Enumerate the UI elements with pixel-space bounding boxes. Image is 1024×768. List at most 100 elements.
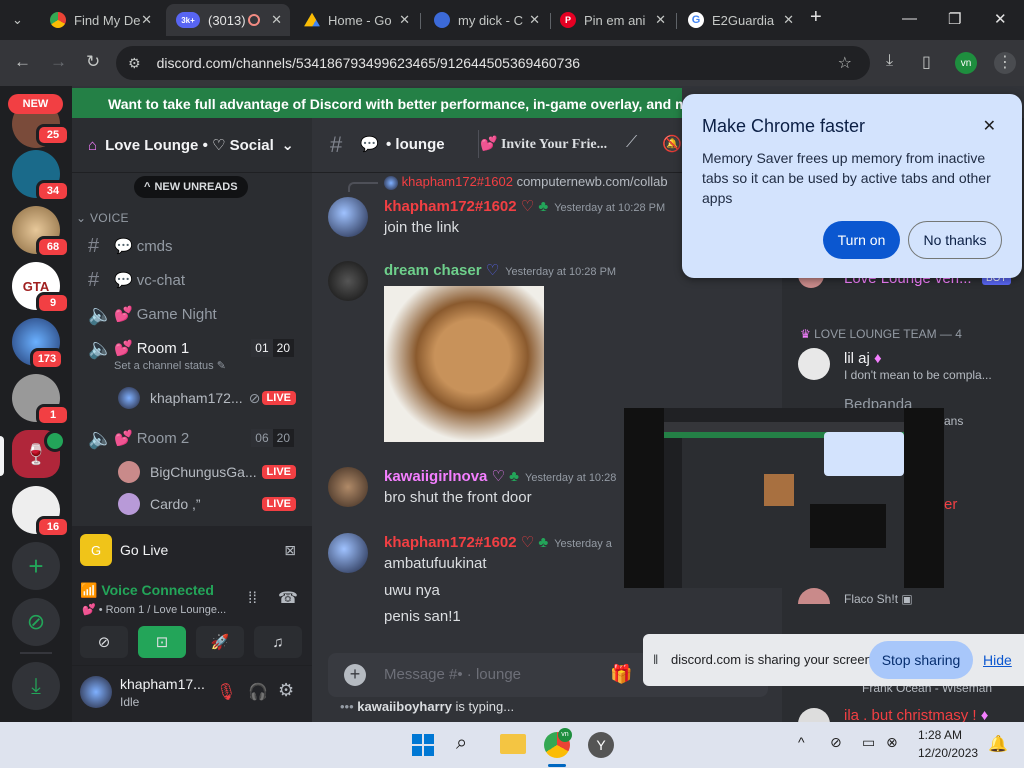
- close-tab-icon[interactable]: ✕: [783, 12, 794, 28]
- site-info-icon[interactable]: ⚙: [128, 55, 141, 72]
- windows-start-icon[interactable]: [412, 734, 434, 756]
- tab-pinterest[interactable]: P Pin em ani ✕: [550, 4, 674, 36]
- voice-user[interactable]: BigChungusGa... LIVE: [118, 458, 304, 486]
- close-icon[interactable]: ✕: [983, 116, 996, 136]
- avatar[interactable]: [798, 588, 830, 604]
- clock-date[interactable]: 12/20/2023: [918, 746, 978, 760]
- headphones-icon[interactable]: 🎧: [248, 682, 268, 702]
- notification-bell-icon[interactable]: 🔕: [662, 134, 682, 154]
- new-pill[interactable]: NEW: [8, 94, 63, 114]
- download-icon[interactable]: ⤓: [886, 52, 893, 70]
- yandex-icon[interactable]: Y: [588, 732, 614, 758]
- voice-location[interactable]: 💕 • Room 1 / Love Lounge...: [82, 603, 226, 616]
- screen-share-preview[interactable]: [624, 408, 944, 588]
- typing-indicator: ••• kawaiiboyharry is typing...: [340, 699, 515, 714]
- avatar[interactable]: [328, 197, 368, 237]
- close-tab-icon[interactable]: ✕: [141, 12, 152, 28]
- close-tab-icon[interactable]: ✕: [655, 12, 666, 28]
- chevron-up-icon[interactable]: ^: [798, 734, 805, 750]
- avatar[interactable]: [798, 348, 830, 380]
- channel-cmds[interactable]: # 💬 cmds: [88, 230, 304, 262]
- channel-status[interactable]: Set a channel status ✎: [114, 359, 226, 372]
- restore-button[interactable]: ❐: [948, 10, 961, 28]
- mute-icon[interactable]: ⊗: [886, 734, 898, 751]
- no-thanks-button[interactable]: No thanks: [908, 221, 1002, 259]
- side-panel-icon[interactable]: ▯: [922, 52, 931, 72]
- camera-off-button[interactable]: ⊘: [80, 626, 128, 658]
- tab-find-my-device[interactable]: Find My De ✕: [40, 4, 160, 36]
- screen-share-button[interactable]: ⊡: [138, 626, 186, 658]
- threads-icon[interactable]: ⟋: [626, 134, 637, 152]
- avatar[interactable]: [328, 261, 368, 301]
- author-name[interactable]: khapham172#1602: [384, 198, 517, 215]
- author-name[interactable]: kawaiigirlnova: [384, 468, 487, 485]
- channel-topic[interactable]: 💕 Invite Your Frie...: [480, 136, 607, 153]
- server-name: Love Lounge • ♡ Social: [105, 137, 274, 154]
- close-screen-icon[interactable]: ⊠: [284, 542, 296, 559]
- attach-plus-icon[interactable]: +: [344, 664, 366, 686]
- close-tab-icon[interactable]: ✕: [529, 12, 540, 28]
- image-attachment[interactable]: [384, 286, 544, 442]
- server-header[interactable]: ⌂ Love Lounge • ♡ Social ⌄: [72, 118, 312, 173]
- turn-on-button[interactable]: Turn on: [823, 221, 900, 259]
- display-icon[interactable]: ▭: [862, 734, 875, 751]
- activities-button[interactable]: 🚀: [196, 626, 244, 658]
- tab-google-drive[interactable]: Home - Go ✕: [294, 4, 418, 36]
- profile-avatar[interactable]: vn: [955, 52, 977, 74]
- new-unreads-pill[interactable]: ^ NEW UNREADS: [134, 176, 248, 198]
- avatar[interactable]: [328, 467, 368, 507]
- voice-user[interactable]: khapham172... ⊘ LIVE: [118, 384, 304, 412]
- network-icon[interactable]: ⊘: [830, 734, 842, 751]
- hide-link[interactable]: Hide: [983, 652, 1012, 668]
- reply-reference[interactable]: khapham172#1602 computernewb.com/collab: [348, 174, 668, 192]
- channel-vc-chat[interactable]: # 💬 vc-chat: [88, 264, 304, 296]
- member-name[interactable]: lil aj ♦: [844, 350, 882, 367]
- channel-game-night[interactable]: 🔈 💕 Game Night: [88, 298, 304, 330]
- author-name[interactable]: dream chaser: [384, 262, 482, 279]
- close-tab-icon[interactable]: ✕: [271, 12, 282, 28]
- minimize-button[interactable]: —: [902, 10, 917, 27]
- promo-banner: Want to take full advantage of Discord w…: [72, 88, 682, 120]
- add-server-button[interactable]: +: [12, 542, 60, 590]
- kebab-menu-icon[interactable]: ⋮: [994, 52, 1016, 74]
- heart-icon: ♡: [491, 468, 505, 485]
- file-explorer-icon[interactable]: [500, 734, 526, 754]
- explore-servers-button[interactable]: ⊘: [12, 598, 60, 646]
- voice-user[interactable]: Cardo ,” LIVE: [118, 490, 304, 518]
- tab-person[interactable]: my dick - C ✕: [424, 4, 548, 36]
- forward-icon[interactable]: →: [50, 52, 67, 72]
- reload-icon[interactable]: ↻: [86, 52, 100, 72]
- home-heart-icon: ⌂: [88, 136, 98, 154]
- close-tab-icon[interactable]: ✕: [399, 12, 410, 28]
- voice-status[interactable]: 📶 Voice Connected: [80, 582, 214, 599]
- channel-room-2[interactable]: 🔈 💕 Room 2 06 20: [88, 422, 304, 454]
- tab-discord[interactable]: 3k+ (3013) ✕: [166, 4, 290, 36]
- settings-gear-icon[interactable]: ⚙: [278, 680, 294, 701]
- mic-muted-icon[interactable]: 🎙: [216, 682, 236, 702]
- disconnect-icon[interactable]: ☎: [278, 588, 298, 608]
- stop-sharing-button[interactable]: Stop sharing: [869, 641, 973, 679]
- tab-search-button[interactable]: ⌄: [6, 4, 32, 36]
- go-live-panel[interactable]: G Go Live ⊠: [72, 526, 312, 574]
- soundboard-button[interactable]: ♫: [254, 626, 302, 658]
- bookmark-star-icon[interactable]: ☆: [838, 53, 852, 73]
- avatar[interactable]: [328, 533, 368, 573]
- close-window-button[interactable]: ✕: [994, 10, 1007, 28]
- clock-time[interactable]: 1:28 AM: [918, 728, 962, 742]
- category-voice[interactable]: ⌄ VOICE: [76, 211, 129, 225]
- soundboard-icon[interactable]: ⁞⁞: [248, 590, 257, 608]
- gift-icon[interactable]: 🎁: [610, 664, 632, 685]
- download-apps-button[interactable]: ⤓: [12, 662, 60, 710]
- avatar[interactable]: [80, 676, 112, 708]
- back-icon[interactable]: ←: [14, 52, 31, 72]
- message-input[interactable]: Message #• · lounge: [384, 666, 521, 683]
- search-icon[interactable]: ⌕: [456, 732, 467, 755]
- author-name[interactable]: khapham172#1602: [384, 534, 517, 551]
- notification-bell-icon[interactable]: 🔔: [988, 734, 1008, 754]
- new-tab-button[interactable]: +: [810, 6, 822, 29]
- tab-e2guardian[interactable]: G E2Guardia ✕: [678, 4, 802, 36]
- drag-handle-icon[interactable]: ‖: [653, 652, 658, 667]
- username[interactable]: khapham17...: [120, 676, 205, 692]
- address-bar[interactable]: ⚙ discord.com/channels/53418679349962346…: [116, 46, 870, 80]
- member-name[interactable]: er: [944, 496, 957, 513]
